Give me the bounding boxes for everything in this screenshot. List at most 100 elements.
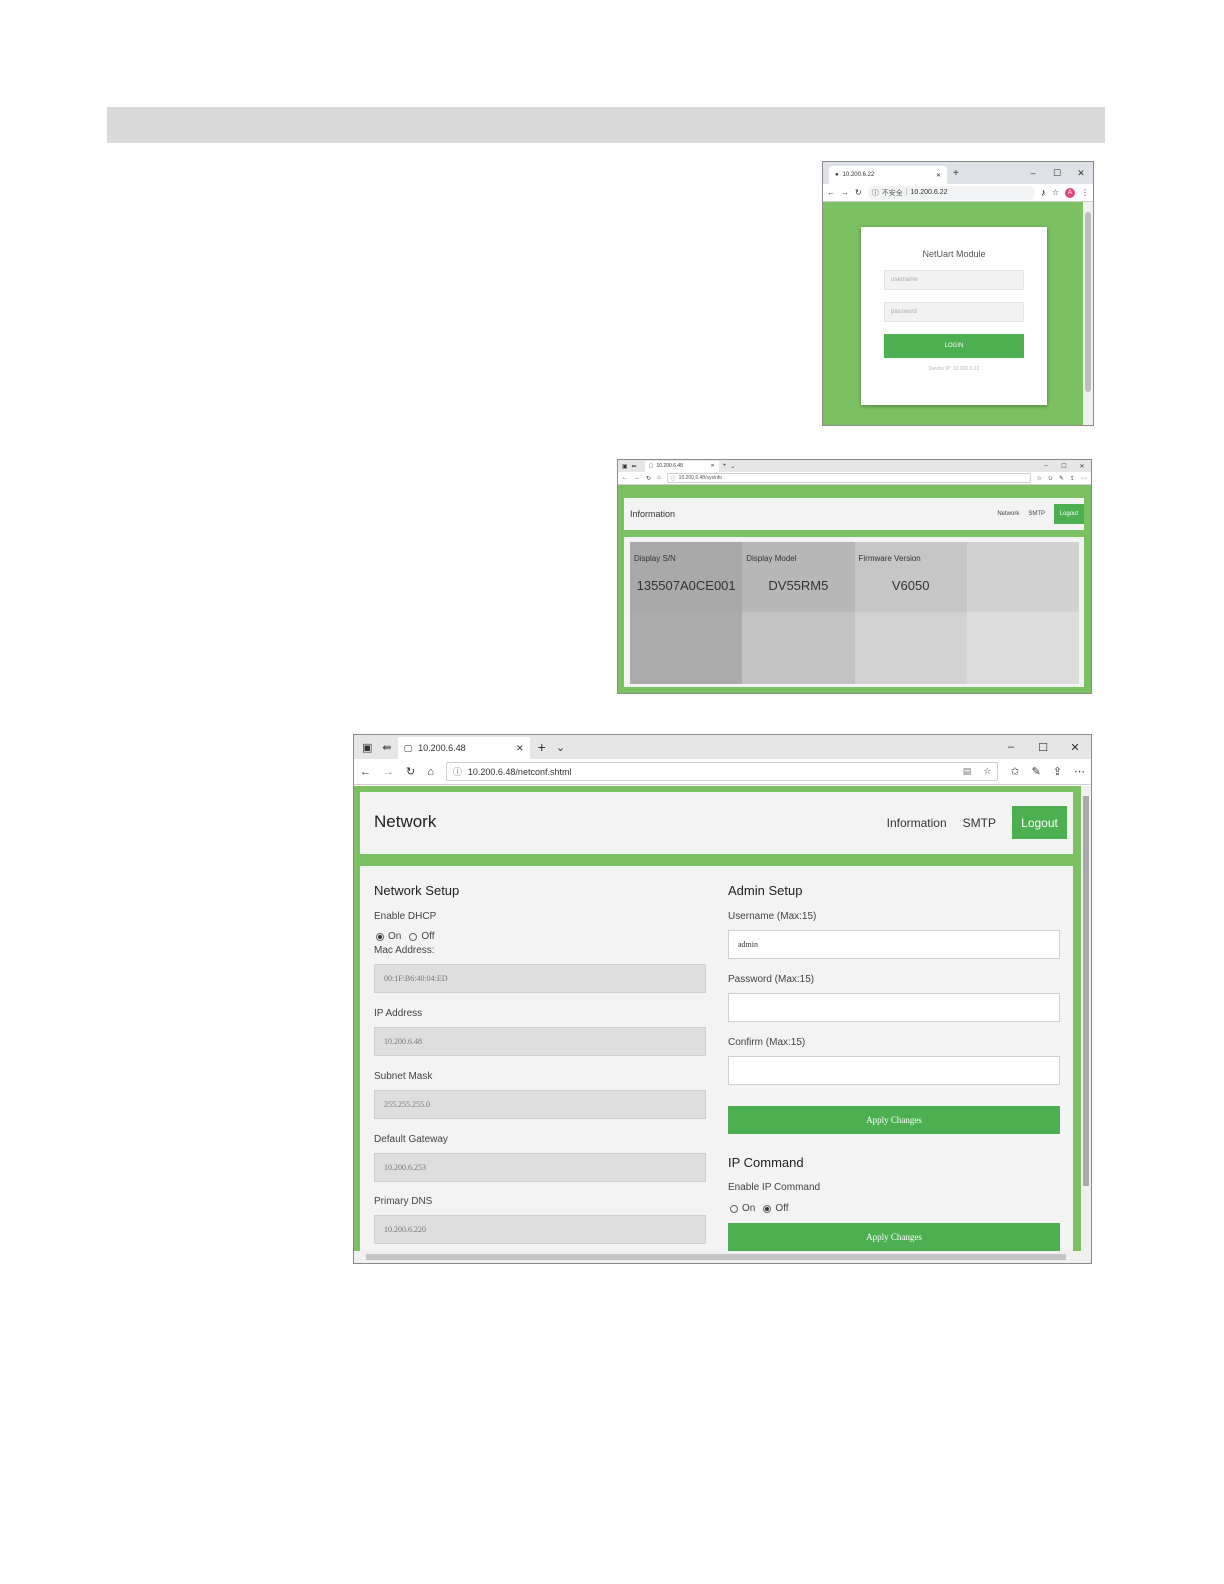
browser-tab[interactable]: ▢ 10.200.6.48 ✕: [644, 460, 719, 472]
refresh-icon[interactable]: ↻: [646, 475, 651, 482]
nav-link-information[interactable]: Information: [887, 816, 947, 830]
vertical-scrollbar[interactable]: [1083, 202, 1093, 425]
close-window-icon[interactable]: ✕: [1059, 741, 1091, 754]
pen-icon[interactable]: ✎: [1032, 765, 1041, 778]
info-label: Firmware Version: [858, 554, 921, 563]
device-ip-note: Device IP: 10.200.6.22: [928, 366, 980, 372]
network-page: Network Information SMTP Logout Network …: [354, 786, 1082, 1253]
reading-view-icon[interactable]: ▤: [963, 766, 972, 777]
close-tab-icon[interactable]: ✕: [516, 743, 524, 754]
info-cell-bottom: [854, 612, 967, 684]
share-icon[interactable]: ⇪: [1053, 765, 1062, 778]
info-cell-bottom: [966, 612, 1079, 684]
menu-icon[interactable]: ⋮: [1081, 188, 1089, 197]
tab-title: 10.200.6.48: [418, 743, 466, 753]
star-icon[interactable]: ☆: [983, 766, 991, 777]
favorites-icon[interactable]: ✩: [1048, 475, 1053, 482]
logout-button[interactable]: Logout: [1012, 806, 1067, 839]
pen-icon[interactable]: ✎: [1059, 475, 1064, 482]
tab-strip: ● 10.200.6.22 ✕ + – ☐ ✕: [823, 162, 1093, 184]
dhcp-on-radio[interactable]: [376, 932, 384, 941]
new-tab-icon[interactable]: +: [723, 463, 727, 469]
mac-address-field: 00:1F:B6:40:04:ED: [374, 964, 706, 993]
info-cell-top: [630, 542, 743, 612]
back-icon[interactable]: ←: [360, 766, 371, 778]
minimize-icon[interactable]: –: [1021, 168, 1045, 179]
close-tab-icon[interactable]: ✕: [936, 172, 941, 179]
default-gateway-field: 10.200.6.253: [374, 1153, 706, 1182]
maximize-icon[interactable]: ☐: [1027, 741, 1059, 754]
maximize-icon[interactable]: ☐: [1045, 168, 1069, 179]
set-aside-icon[interactable]: ⇚: [632, 463, 637, 470]
url-field[interactable]: ⓘ 10.200.6.48/netconf.shtml ▤ ☆: [445, 762, 999, 781]
dhcp-off-radio[interactable]: [409, 932, 418, 941]
page-title: Network: [374, 812, 437, 831]
new-tab-icon[interactable]: +: [538, 739, 546, 755]
avatar[interactable]: A: [1065, 187, 1075, 198]
key-icon[interactable]: ⚷: [1041, 189, 1046, 197]
password-input[interactable]: password: [884, 302, 1024, 322]
home-icon[interactable]: ⌂: [427, 766, 434, 778]
vertical-scrollbar[interactable]: [1081, 786, 1091, 1253]
set-aside-icon[interactable]: ⇚: [382, 741, 391, 754]
admin-apply-button[interactable]: Apply Changes: [728, 1106, 1060, 1134]
ip-command-on-radio[interactable]: [730, 1204, 738, 1213]
ip-command-off-label: Off: [775, 1203, 789, 1214]
nav-link-smtp[interactable]: SMTP: [963, 816, 996, 830]
info-label: Display S/N: [634, 554, 676, 563]
home-icon[interactable]: ⌂: [657, 475, 661, 481]
url-field[interactable]: ⓘ 10.200.6.48/sysinfo: [666, 473, 1031, 483]
back-icon[interactable]: ←: [622, 475, 628, 481]
info-column: Display S/N 135507A0CE001: [630, 542, 743, 684]
more-icon[interactable]: ⋯: [1081, 475, 1087, 482]
tab-actions-icon[interactable]: ▣: [362, 741, 372, 754]
chevron-down-icon[interactable]: ⌄: [556, 741, 565, 754]
favorites-icon[interactable]: ✩: [1010, 765, 1019, 778]
info-grid: Display S/N 135507A0CE001 Display Model DV5…: [630, 542, 1079, 684]
close-tab-icon[interactable]: ✕: [711, 463, 715, 469]
login-card: NetUart Module username password LOGIN D…: [861, 227, 1047, 405]
login-button[interactable]: LOGIN: [884, 334, 1024, 358]
url-field[interactable]: ⓘ 不安全 | 10.200.6.22: [867, 185, 1035, 200]
star-icon[interactable]: ☆: [1052, 188, 1059, 197]
forward-icon[interactable]: →: [634, 475, 640, 481]
confirm-password-input[interactable]: [728, 1056, 1060, 1085]
info-icon: ⓘ: [871, 189, 879, 197]
star-icon[interactable]: ☆: [1037, 475, 1042, 482]
horizontal-scrollbar[interactable]: [354, 1251, 1091, 1263]
back-icon[interactable]: ←: [827, 188, 835, 197]
nav-link-smtp[interactable]: SMTP: [1028, 511, 1045, 517]
maximize-icon[interactable]: ☐: [1055, 463, 1073, 470]
ip-command-label: Enable IP Command: [728, 1182, 821, 1193]
more-icon[interactable]: ⋯: [1074, 765, 1085, 778]
ip-command-apply-button[interactable]: Apply Changes: [728, 1223, 1060, 1251]
ip-command-off-radio[interactable]: [763, 1204, 772, 1213]
forward-icon[interactable]: →: [383, 766, 394, 778]
top-nav: Information SMTP Logout: [887, 806, 1067, 839]
browser-tab[interactable]: ▢ 10.200.6.48 ✕: [397, 737, 530, 759]
minimize-icon[interactable]: –: [995, 741, 1027, 754]
mac-label: Mac Address:: [374, 945, 435, 956]
close-window-icon[interactable]: ✕: [1069, 168, 1093, 179]
tab-strip: ▣ ⇚ ▢ 10.200.6.48 ✕ + ⌄ – ☐ ✕: [354, 735, 1091, 759]
share-icon[interactable]: ⇪: [1070, 475, 1075, 482]
chevron-down-icon[interactable]: ⌄: [730, 463, 735, 470]
ip-address-field: 10.200.6.48: [374, 1027, 706, 1056]
username-input[interactable]: username: [884, 270, 1024, 290]
info-column: Firmware Version V6050: [854, 542, 967, 684]
refresh-icon[interactable]: ↻: [406, 765, 415, 778]
username-input[interactable]: admin: [728, 930, 1060, 959]
nav-link-network[interactable]: Network: [997, 511, 1019, 517]
close-window-icon[interactable]: ✕: [1073, 463, 1091, 470]
dns-label: Primary DNS: [374, 1196, 433, 1207]
info-icon: ⓘ: [670, 475, 676, 482]
new-tab-icon[interactable]: +: [953, 168, 959, 179]
browser-tab[interactable]: ● 10.200.6.22 ✕: [829, 166, 947, 184]
tab-actions-icon[interactable]: ▣: [622, 463, 628, 470]
logout-button[interactable]: Logout: [1054, 504, 1084, 524]
minimize-icon[interactable]: –: [1037, 463, 1055, 470]
section-header-band: [107, 107, 1105, 143]
password-input[interactable]: [728, 993, 1060, 1022]
refresh-icon[interactable]: ↻: [855, 188, 862, 197]
forward-icon[interactable]: →: [841, 188, 849, 197]
